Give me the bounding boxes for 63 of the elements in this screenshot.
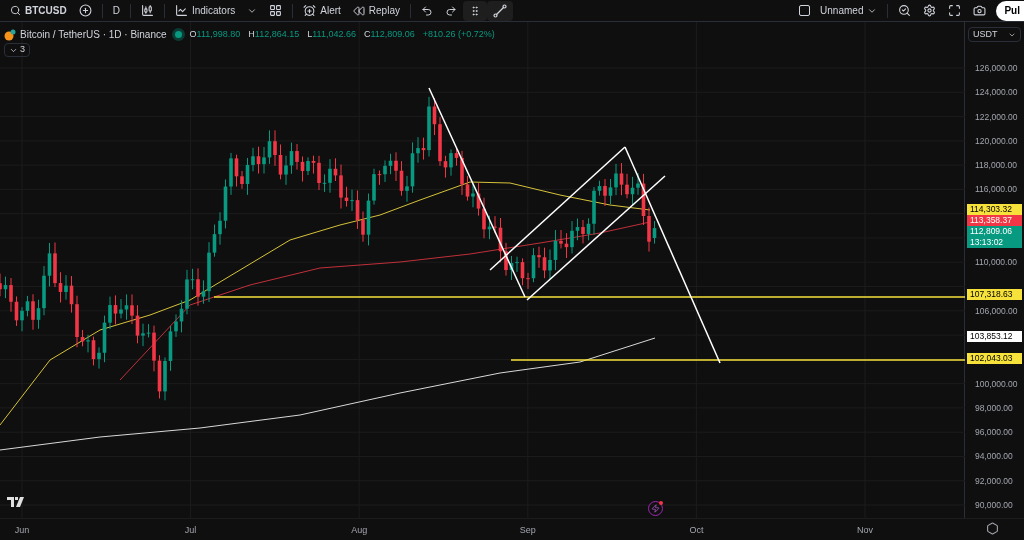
tradingview-logo-icon bbox=[7, 497, 27, 507]
ohlc-value: O111,998.80 bbox=[189, 27, 241, 41]
price-tick: 126,000.00 bbox=[975, 64, 1018, 73]
time-label: Sep bbox=[519, 524, 536, 537]
price-tick: 90,000.00 bbox=[975, 501, 1013, 510]
price-label: 102,043.03 bbox=[967, 352, 1022, 364]
ohlc-value: H112,864.15 bbox=[248, 27, 300, 41]
coin-icon bbox=[4, 28, 16, 41]
price-tick: 100,000.00 bbox=[975, 379, 1018, 389]
rewind-icon bbox=[352, 4, 365, 17]
redo-icon bbox=[444, 4, 457, 17]
time-label: Nov bbox=[857, 524, 873, 537]
price-label: 112,809.06 13:13:02 bbox=[967, 226, 1022, 249]
search-icon bbox=[898, 4, 912, 17]
indicators-button[interactable]: Indicators bbox=[168, 0, 242, 21]
price-tick: 96,000.00 bbox=[975, 428, 1013, 437]
price-tick: 118,000.00 bbox=[975, 161, 1017, 170]
time-label: Jun bbox=[14, 524, 30, 537]
fullscreen-icon bbox=[948, 4, 962, 17]
price-label: 103,853.12 bbox=[967, 330, 1022, 342]
candlestick-icon bbox=[140, 4, 154, 17]
time-label: Oct bbox=[689, 524, 704, 537]
time-label: Aug bbox=[351, 524, 368, 537]
price-label: 114,303.32 bbox=[967, 204, 1022, 215]
symbol-title: Bitcoin / TetherUS · 1D · Binance bbox=[20, 28, 167, 42]
layout-name-button[interactable]: Unnamed bbox=[814, 0, 884, 21]
time-label: Jul bbox=[184, 524, 197, 537]
price-change: +810.26 (+0.72%) bbox=[422, 27, 495, 41]
price-tick: 94,000.00 bbox=[975, 452, 1013, 461]
ohlc-value: C112,809.06 bbox=[363, 27, 415, 41]
settings-icon bbox=[986, 522, 999, 535]
price-tick: 110,000.00 bbox=[975, 258, 1017, 267]
price-tick: 122,000.00 bbox=[975, 112, 1018, 122]
grid-icon bbox=[269, 4, 283, 17]
price-tick: 106,000.00 bbox=[975, 306, 1018, 316]
axis-settings-button[interactable] bbox=[986, 522, 999, 535]
chart-icon bbox=[174, 4, 188, 17]
line-tool-icon bbox=[492, 3, 507, 18]
plus-icon bbox=[78, 4, 92, 17]
camera-icon bbox=[973, 4, 987, 17]
replay-button[interactable]: Replay bbox=[346, 0, 406, 21]
search-icon bbox=[10, 5, 21, 16]
lightning-icon bbox=[651, 504, 660, 513]
line-tool-button[interactable] bbox=[486, 0, 513, 21]
price-label: 107,318.63 bbox=[967, 288, 1022, 300]
symbol-search[interactable]: BTCUSD bbox=[4, 0, 73, 21]
undo-icon bbox=[420, 4, 433, 17]
indicators-toggle[interactable]: 3 bbox=[4, 43, 30, 57]
drag-handle[interactable] bbox=[462, 0, 487, 21]
price-tick: 92,000.00 bbox=[975, 476, 1013, 486]
alarm-icon bbox=[303, 4, 317, 17]
currency-dropdown[interactable]: USDT bbox=[968, 27, 1021, 42]
alert-button[interactable]: Alert bbox=[297, 0, 347, 21]
publish-button[interactable]: Pul bbox=[996, 0, 1024, 21]
settings-icon bbox=[923, 4, 937, 17]
price-tick: 98,000.00 bbox=[975, 403, 1013, 413]
ohlc-value: L111,042.66 bbox=[307, 27, 356, 41]
price-tick: 124,000.00 bbox=[975, 88, 1018, 97]
price-tick: 116,000.00 bbox=[975, 185, 1017, 194]
interval-button[interactable]: D bbox=[106, 0, 126, 21]
layout-checkbox[interactable] bbox=[799, 5, 811, 16]
price-label: 113,358.37 bbox=[967, 215, 1022, 227]
price-tick: 120,000.00 bbox=[975, 136, 1018, 146]
